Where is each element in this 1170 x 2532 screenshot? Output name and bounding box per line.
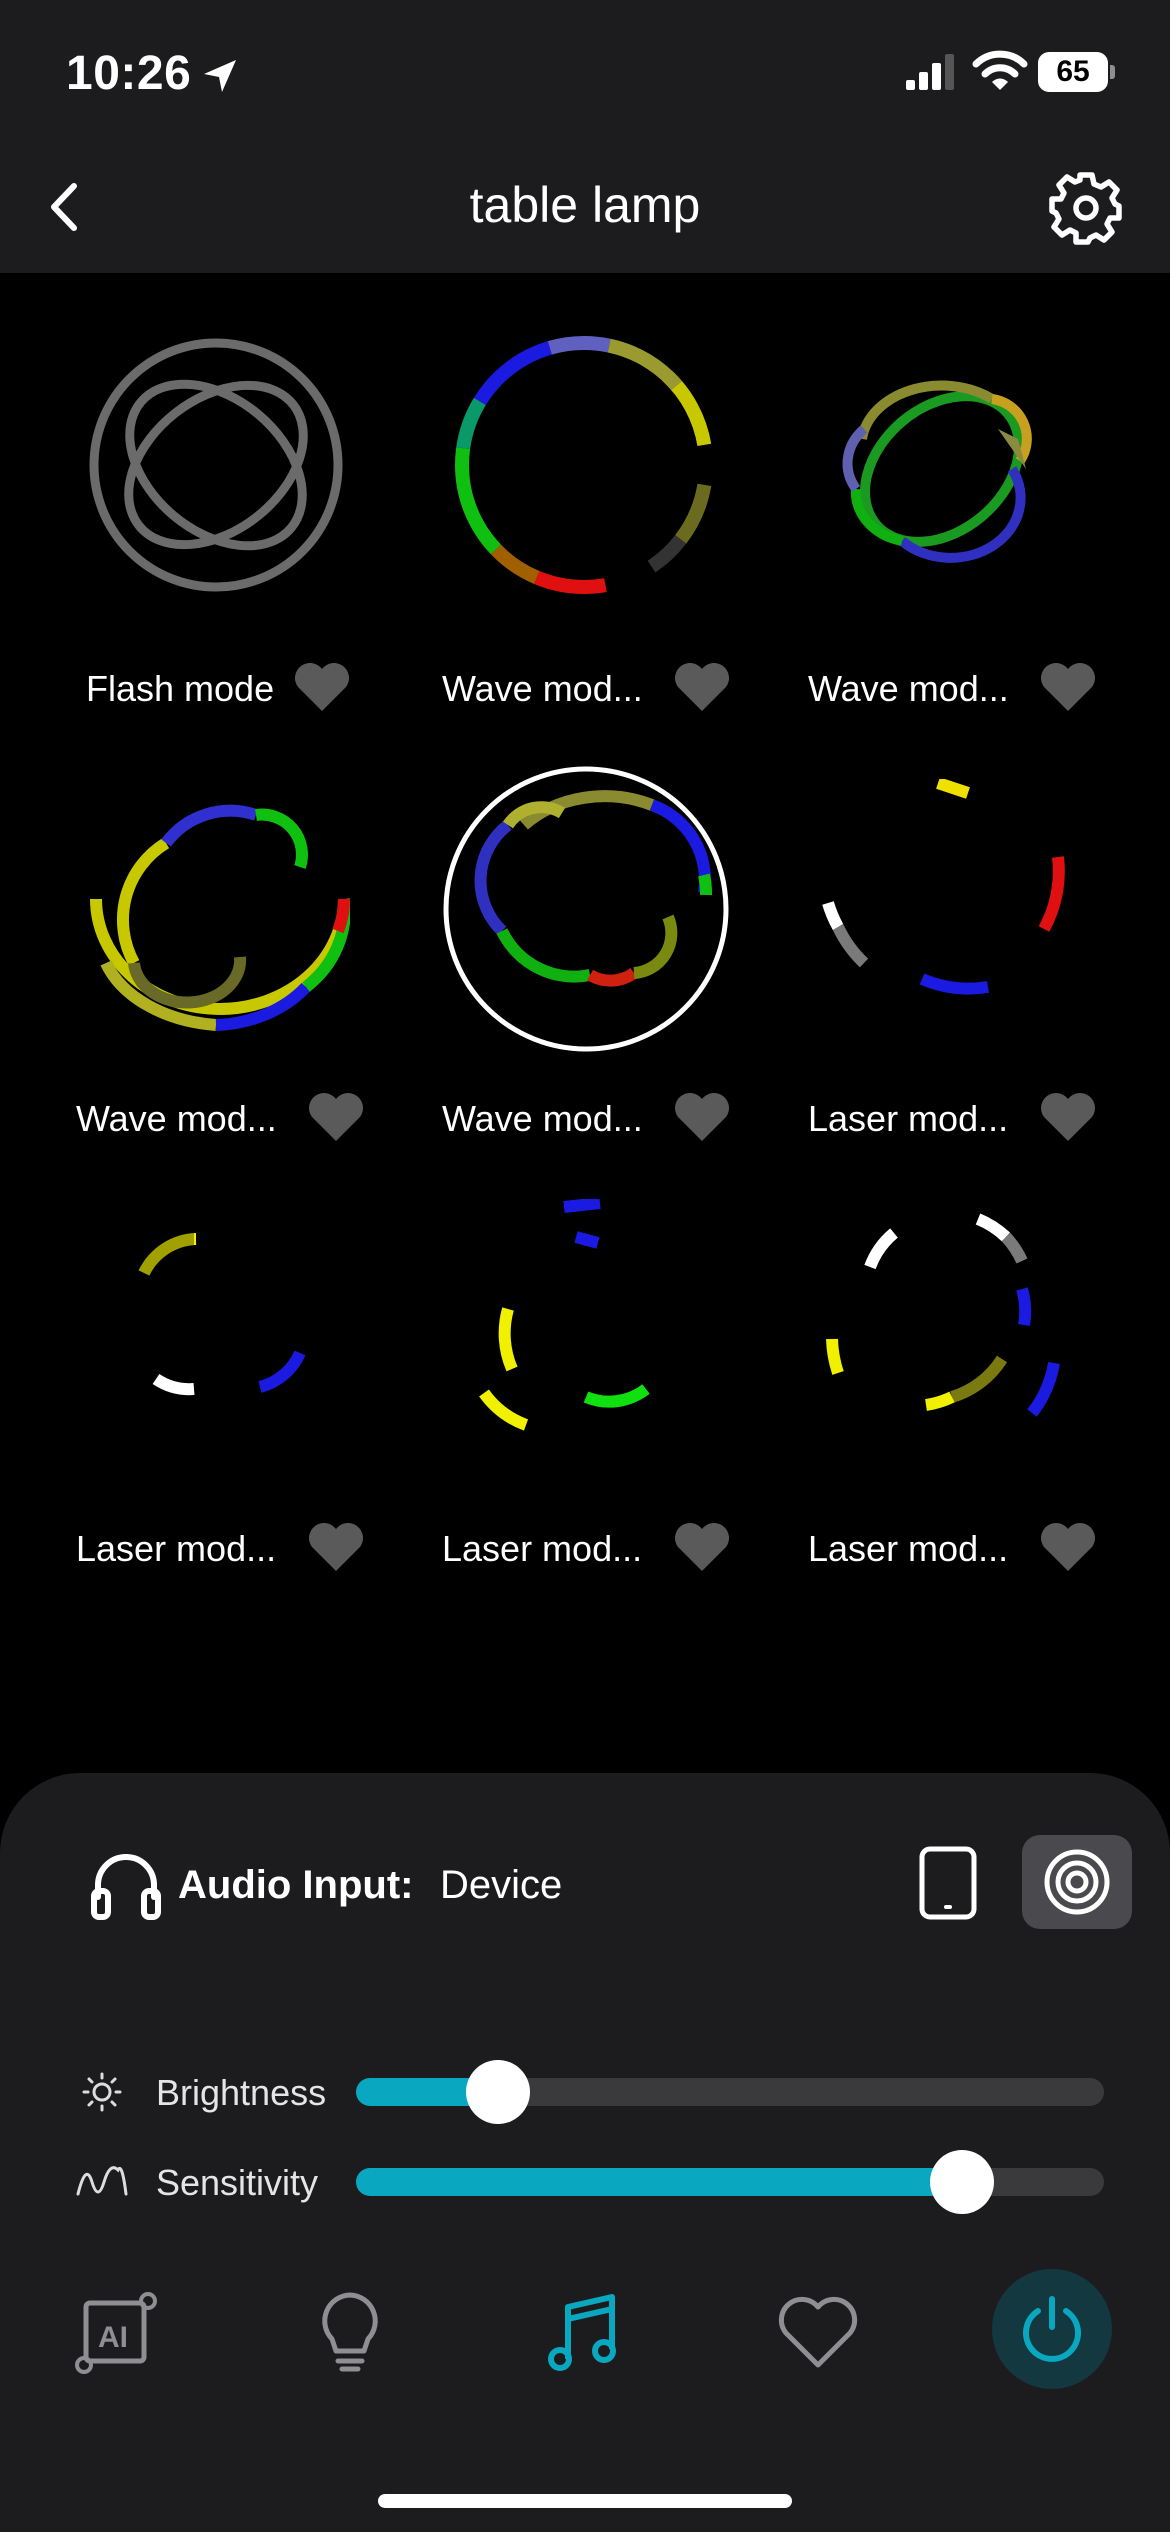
- heart-icon[interactable]: [306, 1521, 366, 1573]
- sensitivity-slider[interactable]: [356, 2150, 1104, 2214]
- mode-tile-wave-2[interactable]: Wave mod...: [732, 273, 1098, 711]
- laser-arcs-icon: [479, 1199, 650, 1431]
- mode-label: Laser mod...: [442, 1528, 643, 1569]
- audio-input-label: Audio Input:: [178, 1863, 414, 1907]
- battery-level: 65: [1056, 55, 1090, 88]
- wave-ellipse-icon: [842, 380, 1032, 563]
- audio-input-value[interactable]: Device: [440, 1863, 562, 1908]
- power-button[interactable]: [992, 2269, 1112, 2389]
- brightness-label: Brightness: [156, 2072, 327, 2113]
- top-bar: 10:26 65 table lamp: [0, 0, 1170, 273]
- mode-tile-laser-1[interactable]: Laser mod...: [732, 703, 1098, 1141]
- mode-tile-flash[interactable]: Flash mode: [0, 273, 366, 711]
- page-title: table lamp: [469, 177, 701, 233]
- sensitivity-label: Sensitivity: [156, 2162, 319, 2203]
- wave-spiral-selected-icon: [443, 766, 729, 1052]
- battery-nub: [1110, 65, 1115, 79]
- laser-arcs-icon: [138, 1233, 306, 1396]
- flash-mode-rings-icon: [89, 338, 343, 592]
- status-time: 10:26: [66, 47, 192, 100]
- location-arrow-icon: [204, 60, 236, 92]
- headphones-icon: [91, 1854, 161, 1920]
- sensitivity-thumb[interactable]: [929, 2150, 994, 2214]
- mode-tile-wave-1[interactable]: Wave mod...: [366, 273, 732, 711]
- home-indicator: [378, 2494, 792, 2508]
- target-rings-icon: [1044, 1849, 1110, 1915]
- sun-icon: [82, 2072, 122, 2112]
- phone-device-icon[interactable]: [910, 1845, 986, 1921]
- lightbulb-tab-icon[interactable]: [290, 2273, 410, 2393]
- waveform-icon: [76, 2166, 128, 2196]
- tab-bar: AI: [0, 2223, 1170, 2532]
- heart-icon[interactable]: [1038, 1521, 1098, 1573]
- sensitivity-slider-row: Sensitivity: [0, 2142, 1170, 2222]
- wifi-icon: [972, 50, 1028, 90]
- gear-icon[interactable]: [1048, 170, 1124, 246]
- ai-tab-icon[interactable]: AI: [56, 2273, 176, 2393]
- mode-label: Laser mod...: [76, 1528, 277, 1569]
- brightness-slider[interactable]: [356, 2060, 1104, 2124]
- power-icon: [1023, 2296, 1081, 2362]
- mode-grid: Flash mode Wave mod... Wave mod... Wave …: [0, 273, 1170, 1773]
- microphone-source-button[interactable]: [1022, 1835, 1132, 1929]
- heart-icon[interactable]: [672, 1521, 732, 1573]
- battery-indicator: 65: [1038, 52, 1116, 92]
- cellular-signal-icon: [906, 54, 954, 90]
- wave-spiral-icon: [90, 804, 350, 1031]
- mode-label: Laser mod...: [808, 1528, 1009, 1569]
- audio-panel: Audio Input: Device Brightness Sensitivi…: [0, 1773, 1170, 2223]
- brightness-thumb[interactable]: [466, 2060, 531, 2124]
- laser-arcs-icon: [826, 1213, 1060, 1417]
- laser-arcs-icon: [822, 779, 1065, 995]
- svg-text:AI: AI: [98, 2321, 128, 2354]
- heart-tab-icon[interactable]: [758, 2273, 878, 2393]
- mode-tile-laser-4[interactable]: Laser mod...: [732, 1133, 1098, 1571]
- mode-tile-wave-3[interactable]: Wave mod...: [0, 703, 366, 1141]
- mode-tile-wave-4-selected[interactable]: Wave mod...: [366, 703, 732, 1141]
- sensitivity-fill: [356, 2168, 962, 2196]
- brightness-slider-row: Brightness: [0, 2052, 1170, 2132]
- music-note-tab-icon[interactable]: [524, 2273, 644, 2393]
- mode-tile-laser-3[interactable]: Laser mod...: [366, 1133, 732, 1571]
- mode-tile-laser-2[interactable]: Laser mod...: [0, 1133, 366, 1571]
- wave-ring-icon: [455, 336, 713, 594]
